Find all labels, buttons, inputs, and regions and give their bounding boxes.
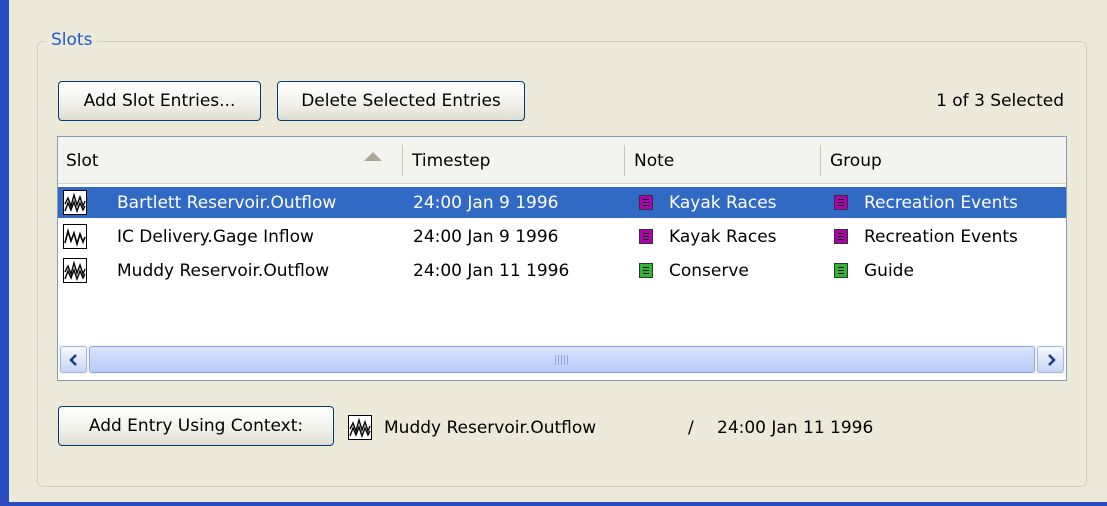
note-color-icon (639, 263, 653, 278)
column-header-slot[interactable]: Slot (58, 137, 402, 184)
group-color-icon (834, 195, 848, 210)
column-separator[interactable] (402, 145, 403, 176)
scroll-left-button[interactable] (60, 346, 87, 373)
context-separator: / (688, 418, 694, 438)
note-color-icon (639, 195, 653, 210)
context-timestep: 24:00 Jan 11 1996 (717, 418, 874, 438)
note-cell: Kayak Races (639, 221, 777, 252)
slots-group-title: Slots (46, 30, 98, 50)
sort-ascending-icon (364, 152, 382, 161)
window-frame-bottom (0, 502, 1107, 506)
delete-selected-entries-button[interactable]: Delete Selected Entries (277, 81, 525, 121)
group-text: Recreation Events (864, 192, 1018, 213)
group-color-icon (834, 229, 848, 244)
note-cell: Kayak Races (639, 187, 777, 218)
chevron-right-icon (1047, 353, 1056, 366)
note-text: Conserve (669, 260, 749, 281)
timestep: 24:00 Jan 9 1996 (413, 226, 559, 247)
column-header-note[interactable]: Note (626, 137, 820, 184)
add-entry-using-context-button[interactable]: Add Entry Using Context: (58, 406, 334, 446)
selection-count: 1 of 3 Selected (936, 91, 1064, 111)
group-cell: Recreation Events (834, 221, 1018, 252)
table-row[interactable]: IC Delivery.Gage Inflow 24:00 Jan 9 1996… (58, 221, 1066, 252)
timeseries-slot-icon (63, 258, 87, 283)
group-text: Recreation Events (864, 226, 1018, 247)
slot-name: Bartlett Reservoir.Outflow (117, 192, 337, 213)
timestep: 24:00 Jan 11 1996 (413, 260, 570, 281)
timeseries-slot-icon (348, 415, 372, 440)
slot-name: IC Delivery.Gage Inflow (117, 226, 314, 247)
scrollbar-thumb[interactable] (89, 346, 1035, 373)
context-slot: Muddy Reservoir.Outflow (384, 418, 597, 438)
group-color-icon (834, 263, 848, 278)
group-text: Guide (864, 260, 914, 281)
column-separator[interactable] (624, 145, 625, 176)
grip-icon (555, 354, 569, 365)
note-color-icon (639, 229, 653, 244)
slot-entries-table: Slot Timestep Note Group Bartlett Reserv… (57, 136, 1067, 381)
table-header: Slot Timestep Note Group (58, 137, 1066, 184)
gage-slot-icon (63, 224, 87, 249)
group-cell: Recreation Events (834, 187, 1018, 218)
timeseries-slot-icon (63, 190, 87, 215)
table-row[interactable]: Muddy Reservoir.Outflow 24:00 Jan 11 199… (58, 255, 1066, 286)
note-text: Kayak Races (669, 226, 777, 247)
group-cell: Guide (834, 255, 914, 286)
table-row[interactable]: Bartlett Reservoir.Outflow 24:00 Jan 9 1… (58, 187, 1066, 218)
chevron-left-icon (68, 353, 77, 366)
add-slot-entries-button[interactable]: Add Slot Entries... (58, 81, 261, 121)
scroll-right-button[interactable] (1037, 346, 1064, 373)
column-header-timestep[interactable]: Timestep (404, 137, 624, 184)
window-frame-left (0, 0, 9, 506)
slot-name: Muddy Reservoir.Outflow (117, 260, 330, 281)
note-text: Kayak Races (669, 192, 777, 213)
column-header-group[interactable]: Group (822, 137, 1066, 184)
horizontal-scrollbar[interactable] (59, 345, 1065, 374)
note-cell: Conserve (639, 255, 749, 286)
column-separator[interactable] (820, 145, 821, 176)
timestep: 24:00 Jan 9 1996 (413, 192, 559, 213)
